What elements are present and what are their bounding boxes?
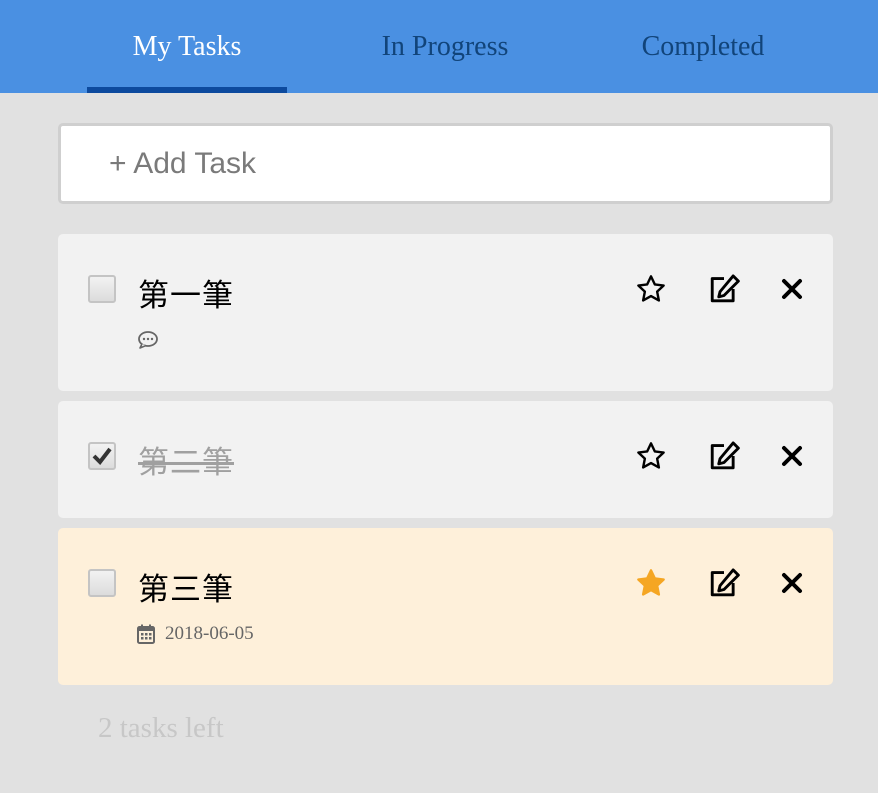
edit-icon[interactable] xyxy=(706,565,742,601)
tab-completed[interactable]: Completed xyxy=(603,0,803,93)
edit-icon[interactable] xyxy=(706,271,742,307)
star-filled-icon[interactable] xyxy=(633,565,669,601)
task-card: 第三筆 2018-06-05 xyxy=(58,528,833,685)
tab-in-progress-label: In Progress xyxy=(381,30,509,62)
star-icon[interactable] xyxy=(633,271,669,307)
star-icon[interactable] xyxy=(633,438,669,474)
delete-icon[interactable] xyxy=(774,271,810,307)
tasks-left-counter: 2 tasks left xyxy=(98,712,224,744)
add-task-box xyxy=(58,123,833,204)
delete-icon[interactable] xyxy=(774,438,810,474)
calendar-icon xyxy=(137,624,155,644)
task-card: 第二筆 xyxy=(58,401,833,518)
task-meta: 2018-06-05 xyxy=(137,623,254,645)
tab-my-tasks-label: My Tasks xyxy=(132,30,242,62)
task-checkbox[interactable] xyxy=(88,442,116,470)
tab-my-tasks[interactable]: My Tasks xyxy=(87,0,287,93)
edit-icon[interactable] xyxy=(706,438,742,474)
task-title: 第二筆 xyxy=(138,445,234,481)
task-card: 第一筆 xyxy=(58,234,833,391)
task-checkbox[interactable] xyxy=(88,275,116,303)
task-checkbox[interactable] xyxy=(88,569,116,597)
add-task-input[interactable] xyxy=(109,126,809,201)
tab-in-progress[interactable]: In Progress xyxy=(345,0,545,93)
task-title: 第三筆 xyxy=(138,572,234,608)
task-meta xyxy=(137,330,169,350)
task-due-date: 2018-06-05 xyxy=(165,623,254,644)
top-tab-bar: My Tasks In Progress Completed xyxy=(0,0,878,93)
active-tab-indicator xyxy=(87,87,287,93)
comment-icon xyxy=(138,331,158,349)
tab-completed-label: Completed xyxy=(641,30,765,62)
delete-icon[interactable] xyxy=(774,565,810,601)
task-title: 第一筆 xyxy=(138,278,234,314)
